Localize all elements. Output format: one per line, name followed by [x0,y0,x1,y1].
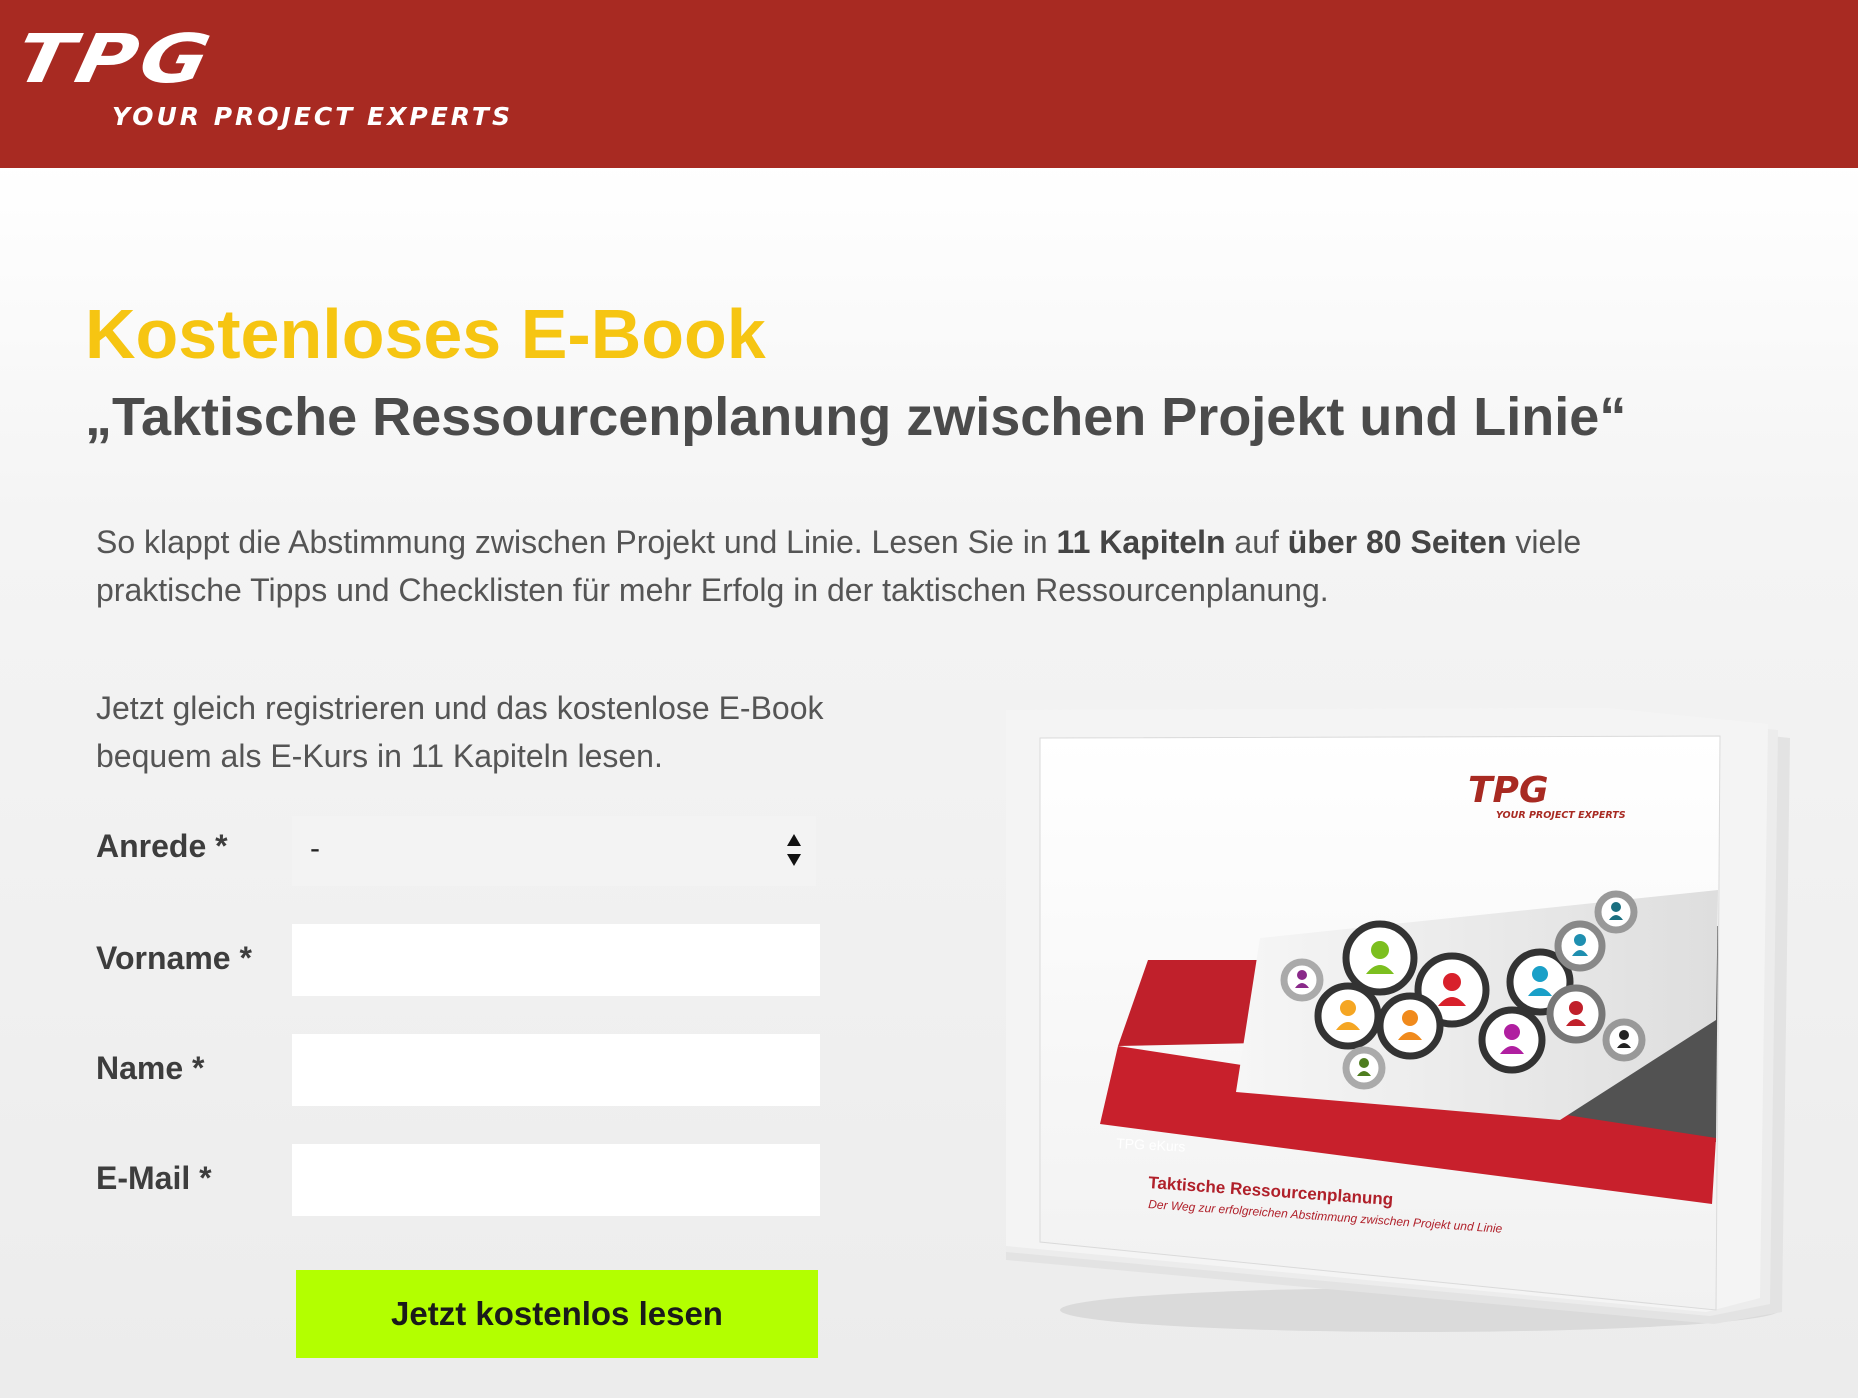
submit-button[interactable]: Jetzt kostenlos lesen [296,1270,818,1358]
logo-tagline: YOUR PROJECT EXPERTS [112,102,513,131]
email-field[interactable] [292,1144,820,1216]
intro-part: auf [1225,524,1288,560]
firstname-field[interactable] [292,924,820,996]
page-kicker: Kostenloses E-Book [85,295,766,373]
cover-logo: TPG [1468,770,1549,811]
site-header: TPG YOUR PROJECT EXPERTS [0,0,1858,168]
cover-logo-tagline: YOUR PROJECT EXPERTS [1496,810,1626,821]
page-title: „Taktische Ressourcenplanung zwischen Pr… [85,387,1627,447]
firstname-label: Vorname * [96,940,252,976]
email-label: E-Mail * [96,1160,212,1196]
lastname-field[interactable] [292,1034,820,1106]
registration-lead: Jetzt gleich registrieren und das kosten… [96,690,824,774]
intro-chapters: 11 Kapiteln [1056,524,1226,560]
salutation-value: - [310,832,320,865]
select-arrows-icon [787,834,801,866]
tpg-logo[interactable]: TPG YOUR PROJECT EXPERTS [9,20,544,136]
logo-mark: TPG [8,20,221,99]
intro-text: So klappt die Abstimmung zwischen Projek… [96,518,1636,614]
intro-part: So klappt die Abstimmung zwischen Projek… [96,524,1057,560]
salutation-select[interactable]: - [292,816,816,886]
ebook-cover-image: TPG YOUR PROJECT EXPERTS TPG eKurs Takti… [1006,708,1790,1332]
salutation-label: Anrede * [96,828,228,864]
intro-pages: über 80 Seiten [1287,524,1507,560]
lastname-label: Name * [96,1050,205,1086]
